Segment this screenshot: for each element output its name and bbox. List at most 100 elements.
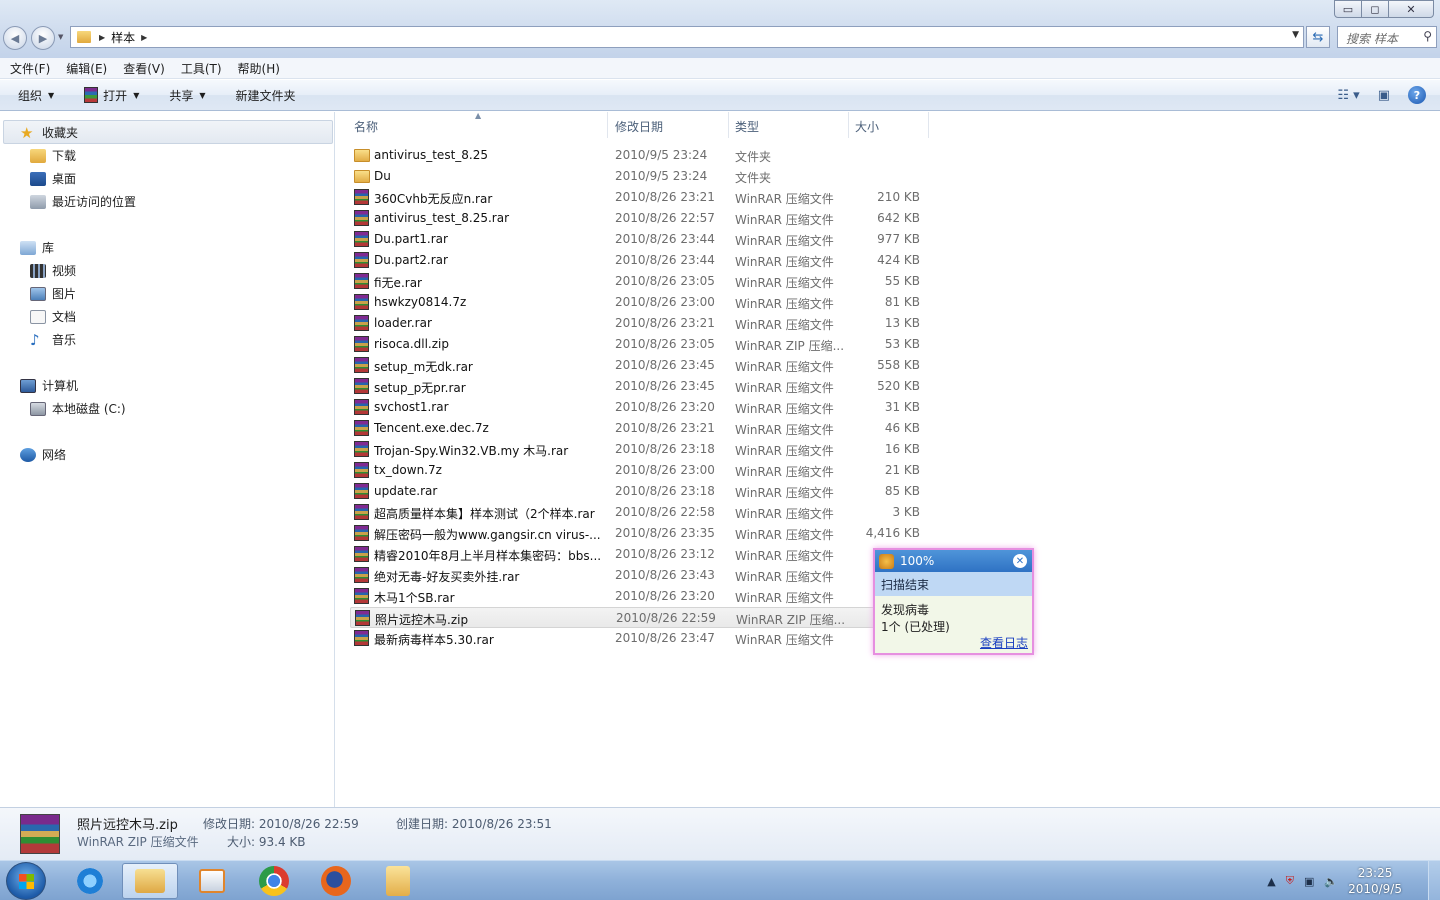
menu-file[interactable]: 文件(F) xyxy=(10,60,50,77)
nav-local-disk[interactable]: 本地磁盘 (C:) xyxy=(30,400,126,417)
clock[interactable]: 23:25 2010/9/5 xyxy=(1348,865,1402,897)
file-row[interactable]: 绝对无毒-好友买卖外挂.rar 2010/8/26 23:43 WinRAR 压缩文… xyxy=(350,565,930,586)
minimize-button[interactable]: ▭ xyxy=(1334,0,1362,18)
address-dropdown-icon[interactable]: ▼ xyxy=(1292,30,1299,40)
open-button[interactable]: 打开 ▼ xyxy=(84,87,139,104)
nav-libraries[interactable]: 库 xyxy=(20,239,54,256)
taskbar-media-player[interactable] xyxy=(184,863,240,899)
file-row[interactable]: fi无e.rar 2010/8/26 23:05 WinRAR 压缩文件 55 KB xyxy=(350,271,930,292)
file-row[interactable]: update.rar 2010/8/26 23:18 WinRAR 压缩文件 85 K… xyxy=(350,481,930,502)
show-hidden-icons-icon[interactable]: ▲ xyxy=(1267,875,1275,888)
forward-button[interactable]: ▶ xyxy=(31,26,55,50)
column-name[interactable]: 名称 xyxy=(348,112,608,138)
file-row[interactable]: svchost1.rar 2010/8/26 23:20 WinRAR 压缩文件 31… xyxy=(350,397,930,418)
file-row[interactable]: 360Cvhb无反应n.rar 2010/8/26 23:21 WinRAR 压缩文… xyxy=(350,187,930,208)
new-folder-button[interactable]: 新建文件夹 xyxy=(236,87,296,104)
nav-downloads[interactable]: 下载 xyxy=(30,147,76,164)
desktop-icon xyxy=(30,171,46,186)
show-desktop-button[interactable] xyxy=(1428,861,1440,900)
details-created: 创建日期: 2010/8/26 23:51 xyxy=(396,817,552,831)
preview-pane-icon[interactable]: ▣ xyxy=(1378,88,1390,103)
taskbar: ▲ ⛨ ▣ 🔈 23:25 2010/9/5 xyxy=(0,860,1440,900)
breadcrumb-separator-icon[interactable]: ▶ xyxy=(99,33,105,42)
nav-recent-places[interactable]: 最近访问的位置 xyxy=(30,193,136,210)
file-row[interactable]: 照片远控木马.zip 2010/8/26 22:59 WinRAR ZIP 压缩..… xyxy=(350,607,930,628)
view-log-link[interactable]: 查看日志 xyxy=(980,634,1028,651)
file-row[interactable]: antivirus_test_8.25.rar 2010/8/26 22:57 Wi… xyxy=(350,208,930,229)
nav-documents[interactable]: 文档 xyxy=(30,308,76,325)
details-size: 大小: 93.4 KB xyxy=(227,835,306,849)
recent-pages-dropdown-icon[interactable]: ▼ xyxy=(58,33,63,41)
file-type: WinRAR 压缩文件 xyxy=(735,507,834,521)
search-input[interactable]: 搜索 样本 ⚲ xyxy=(1337,26,1437,48)
menu-help[interactable]: 帮助(H) xyxy=(238,60,280,77)
file-name: 照片远控木马.zip xyxy=(375,613,469,627)
nav-network[interactable]: 网络 xyxy=(20,446,66,463)
file-row[interactable]: 解压密码一般为www.gangsir.cn virus-... 2010/8/26… xyxy=(350,523,930,544)
breadcrumb-item[interactable]: 样本 xyxy=(111,29,135,46)
refresh-button[interactable]: ⇆ xyxy=(1306,26,1330,48)
search-icon[interactable]: ⚲ xyxy=(1423,29,1432,43)
file-name: setup_m无dk.rar xyxy=(374,360,473,374)
file-row[interactable]: 精睿2010年8月上半月样本集密码：bbs.... 2010/8/26 23:12… xyxy=(350,544,930,565)
taskbar-folder-app[interactable] xyxy=(370,863,426,899)
nav-pictures[interactable]: 图片 xyxy=(30,285,76,302)
start-button[interactable] xyxy=(6,862,46,900)
file-row[interactable]: 超高质量样本集】样本测试（2个样本.rar 2010/8/26 22:58 WinR… xyxy=(350,502,930,523)
winrar-archive-icon xyxy=(354,525,369,541)
winrar-archive-icon xyxy=(354,231,369,247)
file-size: 53 KB xyxy=(884,337,920,351)
close-icon[interactable]: ✕ xyxy=(1013,554,1027,568)
column-type[interactable]: 类型 xyxy=(729,112,849,138)
taskbar-chrome[interactable] xyxy=(246,863,302,899)
file-row[interactable]: 最新病毒样本5.30.rar 2010/8/26 23:47 WinRAR 压缩文件 xyxy=(350,628,930,649)
security-alert-icon[interactable]: ⛨ xyxy=(1286,874,1294,888)
volume-icon[interactable]: 🔈 xyxy=(1324,875,1338,888)
taskbar-internet-explorer[interactable] xyxy=(62,863,118,899)
file-row[interactable]: setup_p无pr.rar 2010/8/26 23:45 WinRAR 压缩文件… xyxy=(350,376,930,397)
file-row[interactable]: Tencent.exe.dec.7z 2010/8/26 23:21 WinRAR … xyxy=(350,418,930,439)
network-status-icon[interactable]: ▣ xyxy=(1304,875,1314,888)
help-icon[interactable]: ? xyxy=(1408,86,1426,104)
file-name: Du.part2.rar xyxy=(374,253,448,267)
file-row[interactable]: risoca.dll.zip 2010/8/26 23:05 WinRAR ZIP … xyxy=(350,334,930,355)
file-row[interactable]: Du 2010/9/5 23:24 文件夹 xyxy=(350,166,930,187)
nav-music[interactable]: ♪ 音乐 xyxy=(30,331,76,348)
file-row[interactable]: antivirus_test_8.25 2010/9/5 23:24 文件夹 xyxy=(350,145,930,166)
menu-view[interactable]: 查看(V) xyxy=(123,60,165,77)
column-date-modified[interactable]: 修改日期 xyxy=(609,112,729,138)
file-row[interactable]: Trojan-Spy.Win32.VB.my 木马.rar 2010/8/26 2… xyxy=(350,439,930,460)
nav-computer[interactable]: 计算机 xyxy=(20,377,78,394)
file-size: 55 KB xyxy=(884,274,920,288)
music-note-icon: ♪ xyxy=(30,330,40,349)
file-row[interactable]: hswkzy0814.7z 2010/8/26 23:00 WinRAR 压缩文件 8… xyxy=(350,292,930,313)
star-icon: ★ xyxy=(20,123,34,142)
file-row[interactable]: tx_down.7z 2010/8/26 23:00 WinRAR 压缩文件 21 K… xyxy=(350,460,930,481)
taskbar-windows-explorer[interactable] xyxy=(122,863,178,899)
back-button[interactable]: ◀ xyxy=(3,26,27,50)
file-type: WinRAR 压缩文件 xyxy=(735,213,834,227)
file-row[interactable]: setup_m无dk.rar 2010/8/26 23:45 WinRAR 压缩文件… xyxy=(350,355,930,376)
file-name: Du xyxy=(374,169,391,183)
close-button[interactable]: ✕ xyxy=(1388,0,1434,18)
share-button[interactable]: 共享 ▼ xyxy=(169,87,205,104)
change-view-icon[interactable]: ☷ ▾ xyxy=(1337,88,1359,103)
winrar-archive-icon xyxy=(354,336,369,352)
nav-desktop[interactable]: 桌面 xyxy=(30,170,76,187)
file-row[interactable]: Du.part1.rar 2010/8/26 23:44 WinRAR 压缩文件 97… xyxy=(350,229,930,250)
nav-favorites[interactable]: ★ 收藏夹 xyxy=(20,124,78,141)
column-size[interactable]: 大小 xyxy=(849,112,929,138)
file-size: 642 KB xyxy=(877,211,920,225)
file-row[interactable]: Du.part2.rar 2010/8/26 23:44 WinRAR 压缩文件 42… xyxy=(350,250,930,271)
organize-button[interactable]: 组织 ▼ xyxy=(18,87,54,104)
breadcrumb-separator-icon[interactable]: ▶ xyxy=(141,33,147,42)
menu-tools[interactable]: 工具(T) xyxy=(181,60,222,77)
file-row[interactable]: 木马1个SB.rar 2010/8/26 23:20 WinRAR 压缩文件 xyxy=(350,586,930,607)
clock-time: 23:25 xyxy=(1357,866,1393,880)
maximize-button[interactable]: ◻ xyxy=(1361,0,1389,18)
file-row[interactable]: loader.rar 2010/8/26 23:21 WinRAR 压缩文件 13 K… xyxy=(350,313,930,334)
taskbar-firefox[interactable] xyxy=(308,863,364,899)
menu-edit[interactable]: 编辑(E) xyxy=(66,60,107,77)
address-bar[interactable]: ▶ 样本 ▶ ▼ xyxy=(70,26,1304,48)
nav-videos[interactable]: 视频 xyxy=(30,262,76,279)
